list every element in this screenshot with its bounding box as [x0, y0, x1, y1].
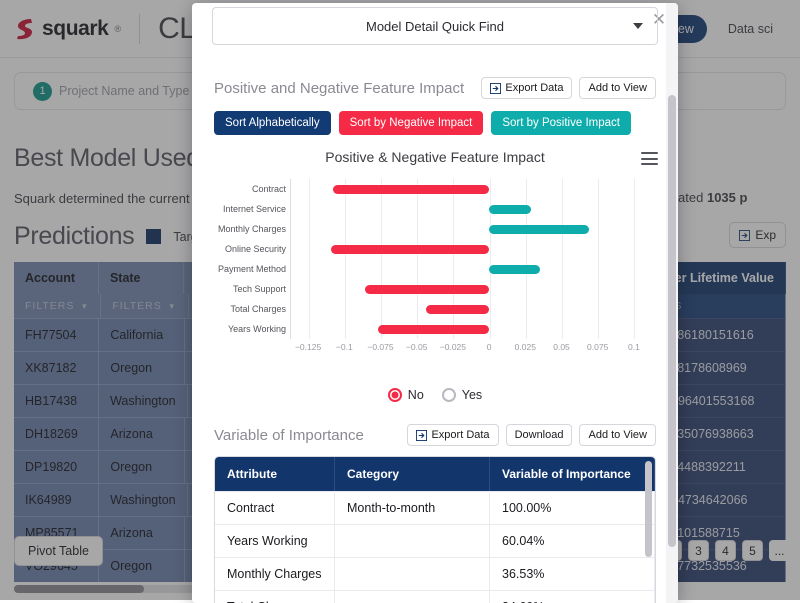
quick-find-label: Model Detail Quick Find [366, 19, 504, 34]
variable-of-importance-title: Variable of Importance [214, 427, 364, 444]
radio-label: Yes [462, 388, 482, 402]
cell-variable-of-importance: 34.69% [490, 590, 655, 603]
sort-by-negative-impact-button[interactable]: Sort by Negative Impact [339, 111, 484, 135]
radio-label: No [408, 388, 424, 402]
cell-category [335, 557, 490, 590]
chart-bar[interactable] [378, 325, 489, 334]
chart-y-tick-label: Total Charges [230, 305, 286, 314]
export-icon [490, 83, 501, 94]
export-label: Export Data [431, 429, 489, 441]
table-body: ContractMonth-to-month100.00%Years Worki… [215, 491, 655, 603]
chart-x-tick-label: 0.025 [515, 342, 536, 352]
table-row[interactable]: Years Working 60.04% [215, 524, 655, 557]
table-header-row: Attribute Category Variable of Importanc… [215, 457, 655, 491]
chart-bar-row [290, 259, 652, 279]
column-header-attribute[interactable]: Attribute [215, 457, 335, 491]
chart-bar[interactable] [426, 305, 489, 314]
feature-impact-actions: Export Data Add to View [481, 77, 656, 99]
column-header-variable-of-importance[interactable]: Variable of Importance [490, 457, 655, 491]
variable-importance-download-button[interactable]: Download [506, 424, 573, 446]
chart-x-tick-label: −0.025 [440, 342, 466, 352]
cell-attribute: Total Charges [215, 590, 335, 603]
variable-of-importance-header: Variable of Importance Export Data Downl… [214, 424, 656, 446]
chart-bar[interactable] [489, 225, 589, 234]
cell-attribute: Monthly Charges [215, 557, 335, 590]
cell-category: Month-to-month [335, 491, 490, 524]
chart-x-tick-label: −0.05 [406, 342, 428, 352]
table-row[interactable]: ContractMonth-to-month100.00% [215, 491, 655, 524]
variable-of-importance-table: Attribute Category Variable of Importanc… [214, 456, 656, 603]
variable-importance-export-data-button[interactable]: Export Data [407, 424, 498, 446]
chart-bars [290, 179, 652, 339]
chart-x-tick-label: −0.075 [367, 342, 393, 352]
chart-x-tick-label: 0.1 [628, 342, 640, 352]
radio-icon [388, 388, 402, 402]
chart-bar[interactable] [489, 205, 531, 214]
chart-y-tick-label: Years Working [228, 325, 286, 334]
radio-option-yes[interactable]: Yes [442, 388, 482, 402]
chart-bar-row [290, 319, 652, 339]
radio-option-no[interactable]: No [388, 388, 424, 402]
chart-y-tick-label: Online Security [225, 245, 286, 254]
feature-impact-chart: Positive & Negative Feature Impact Contr… [214, 149, 656, 384]
chart-bar-row [290, 219, 652, 239]
chart-title: Positive & Negative Feature Impact [214, 149, 656, 165]
variable-importance-scrollbar-thumb[interactable] [645, 461, 652, 557]
chart-y-tick-label: Monthly Charges [218, 225, 286, 234]
chart-x-tick-label: −0.125 [295, 342, 321, 352]
sort-by-positive-impact-button[interactable]: Sort by Positive Impact [491, 111, 631, 135]
modal-content: Positive and Negative Feature Impact Exp… [192, 45, 678, 603]
variable-importance-add-to-view-button[interactable]: Add to View [579, 424, 656, 446]
chart-bar-row [290, 299, 652, 319]
cell-category [335, 590, 490, 603]
cell-variable-of-importance: 100.00% [490, 491, 655, 524]
table-row[interactable]: Total Charges 34.69% [215, 590, 655, 603]
chart-x-tick-label: 0.075 [587, 342, 608, 352]
chart-y-tick-label: Contract [252, 185, 286, 194]
export-label: Export Data [505, 82, 563, 94]
chart-bar-row [290, 279, 652, 299]
chart-bar[interactable] [333, 185, 489, 194]
feature-impact-title: Positive and Negative Feature Impact [214, 80, 464, 97]
cell-attribute: Contract [215, 491, 335, 524]
sort-alphabetically-button[interactable]: Sort Alphabetically [214, 111, 331, 135]
chevron-down-icon [633, 23, 643, 29]
chart-x-tick-label: 0.05 [553, 342, 570, 352]
chart-x-tick-label: −0.1 [336, 342, 353, 352]
chart-bar-row [290, 239, 652, 259]
table-row[interactable]: Monthly Charges 36.53% [215, 557, 655, 590]
cell-variable-of-importance: 36.53% [490, 557, 655, 590]
chart-bar-row [290, 199, 652, 219]
chart-plot-area: Contract Internet Service Monthly Charges O… [214, 179, 656, 357]
impact-target-radio-group: No Yes [214, 388, 656, 402]
model-detail-quick-find-select[interactable]: Model Detail Quick Find [212, 7, 658, 45]
cell-variable-of-importance: 60.04% [490, 524, 655, 557]
chart-x-axis-labels: −0.125 −0.1 −0.075 −0.05 −0.025 0 0.025 0.05 0.0… [290, 342, 652, 356]
chart-y-tick-label: Payment Method [218, 265, 286, 274]
chart-x-tick-label: 0 [487, 342, 492, 352]
cell-category [335, 524, 490, 557]
chart-y-tick-label: Tech Support [233, 285, 286, 294]
chart-bar-row [290, 179, 652, 199]
variable-of-importance-actions: Export Data Download Add to View [407, 424, 656, 446]
chart-menu-icon[interactable] [641, 152, 658, 165]
feature-impact-header: Positive and Negative Feature Impact Exp… [214, 77, 656, 99]
column-header-category[interactable]: Category [335, 457, 490, 491]
chart-bar[interactable] [365, 285, 489, 294]
chart-y-tick-label: Internet Service [223, 205, 286, 214]
cell-attribute: Years Working [215, 524, 335, 557]
feature-impact-add-to-view-button[interactable]: Add to View [579, 77, 656, 99]
modal-scrollbar-thumb[interactable] [668, 95, 676, 547]
radio-icon [442, 388, 456, 402]
model-detail-modal: ✕ Model Detail Quick Find Positive and N… [192, 3, 678, 603]
chart-bar[interactable] [331, 245, 490, 254]
feature-impact-export-data-button[interactable]: Export Data [481, 77, 572, 99]
sort-buttons: Sort Alphabetically Sort by Negative Imp… [214, 111, 656, 135]
export-icon [416, 430, 427, 441]
chart-bar[interactable] [489, 265, 540, 274]
chart-y-axis-labels: Contract Internet Service Monthly Charges O… [214, 179, 286, 339]
